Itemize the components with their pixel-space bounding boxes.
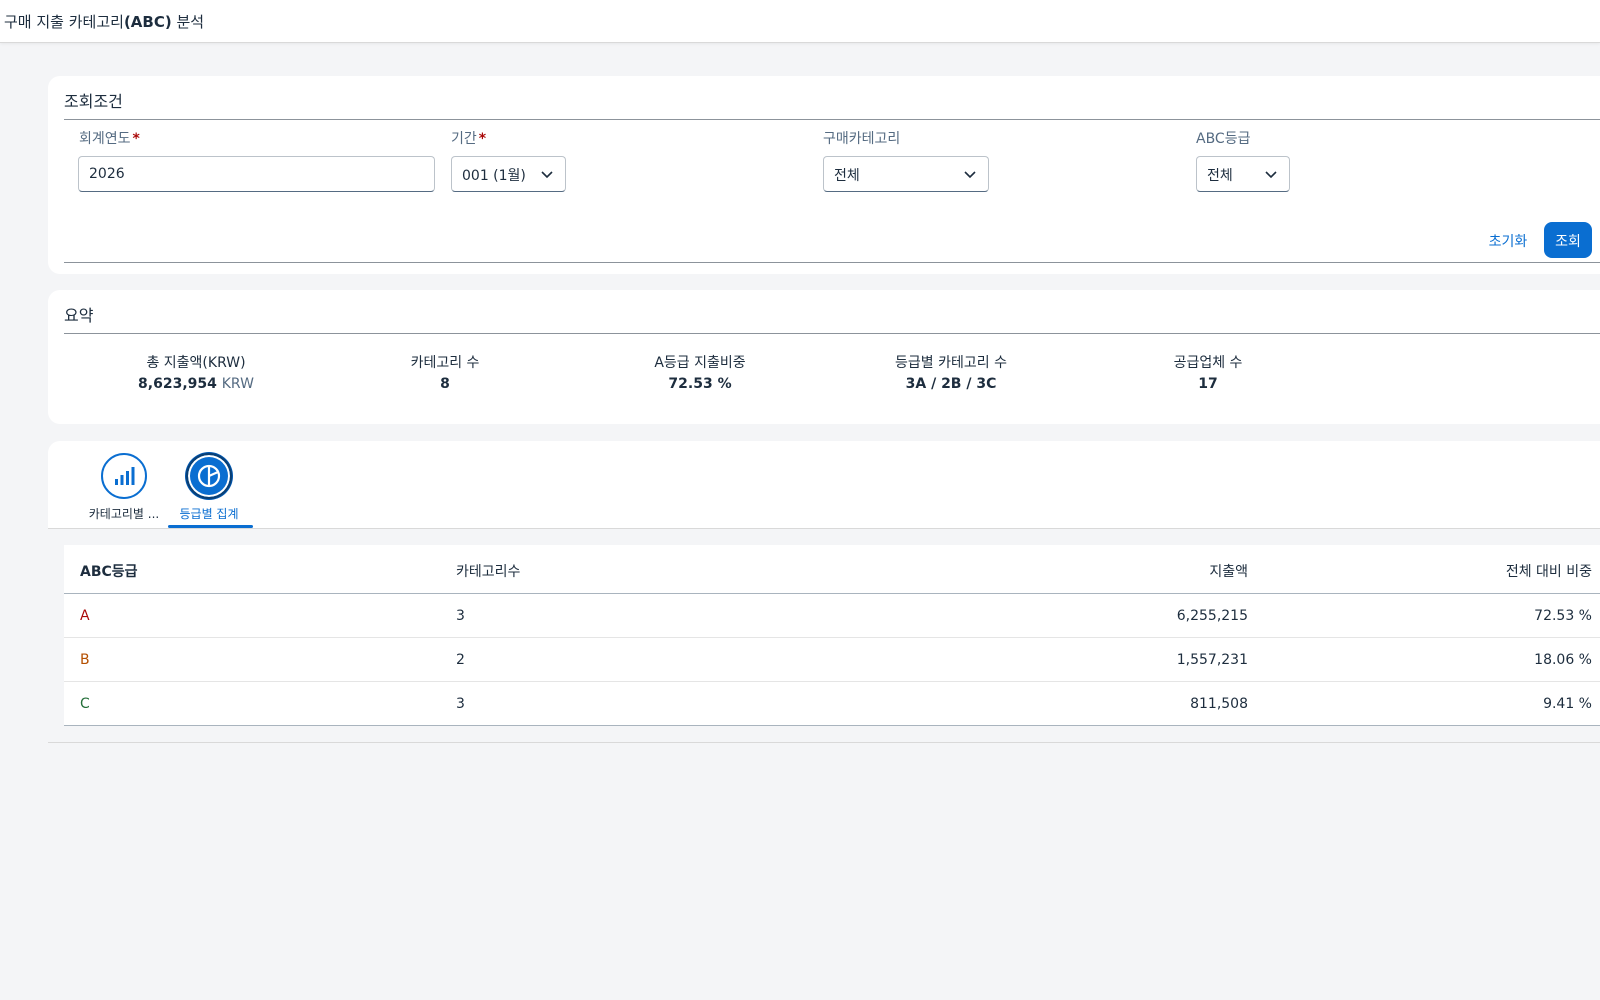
bar-chart-icon <box>101 453 147 499</box>
filter-panel: 조회조건 회계연도 * 2026 기간 * 001 (1월) 구매카테고리 전체 A… <box>48 76 1600 274</box>
abc-grade-label: ABC등급 <box>1196 131 1251 147</box>
kpi-a-grade-share: A등급 지출비중 72.53 % <box>630 352 770 392</box>
amount-cell: 811,508 <box>1190 696 1248 712</box>
active-tab-indicator <box>168 525 253 528</box>
kpi-value: 17 <box>1198 376 1218 392</box>
fiscal-year-label: 회계연도 * <box>79 131 140 147</box>
abc-grade-select[interactable]: 전체 <box>1196 156 1290 192</box>
summary-panel: 요약 총 지출액(KRW) 8,623,954 KRW 카테고리 수 8 A등급… <box>48 290 1600 424</box>
kpi-label: 등급별 카테고리 수 <box>895 355 1007 371</box>
kpi-label: 총 지출액(KRW) <box>146 355 246 371</box>
table-row[interactable]: C 3 811,508 9.41 % <box>64 682 1600 725</box>
chevron-down-icon <box>541 171 553 179</box>
filter-panel-header: 조회조건 <box>64 76 1600 120</box>
tab-label: 카테고리별 ... <box>88 507 160 521</box>
table-area: ABC등급 카테고리수 지출액 전체 대비 비중 A 3 6,255,215 7… <box>48 529 1600 743</box>
kpi-label: 공급업체 수 <box>1173 355 1243 371</box>
count-cell: 2 <box>456 652 465 668</box>
table-row[interactable]: A 3 6,255,215 72.53 % <box>64 594 1600 638</box>
divider <box>64 262 1600 263</box>
chevron-down-icon <box>1265 171 1277 179</box>
amount-cell: 1,557,231 <box>1176 652 1248 668</box>
column-header[interactable]: 지출액 <box>1209 561 1248 581</box>
share-cell: 72.53 % <box>1534 608 1592 624</box>
grade-cell: A <box>80 608 90 624</box>
column-header[interactable]: 전체 대비 비중 <box>1506 561 1592 581</box>
share-cell: 9.41 % <box>1543 696 1592 712</box>
tab-grade-summary[interactable]: 등급별 집계 <box>164 453 254 522</box>
kpi-label: 카테고리 수 <box>410 355 480 371</box>
search-button[interactable]: 조회 <box>1544 222 1592 258</box>
summary-panel-header: 요약 <box>64 290 1600 334</box>
app-header: 구매 지출 카테고리(ABC) 분석 <box>0 0 1600 43</box>
grade-summary-table: ABC등급 카테고리수 지출액 전체 대비 비중 A 3 6,255,215 7… <box>64 545 1600 726</box>
kpi-value: 8,623,954 KRW <box>138 376 254 392</box>
table-header: ABC등급 카테고리수 지출액 전체 대비 비중 <box>64 545 1600 594</box>
count-cell: 3 <box>456 696 465 712</box>
grade-cell: B <box>80 652 90 668</box>
kpi-value: 8 <box>440 376 450 392</box>
page-title: 구매 지출 카테고리(ABC) 분석 <box>4 13 205 31</box>
tab-label: 등급별 집계 <box>179 507 239 521</box>
chevron-down-icon <box>964 171 976 179</box>
column-header[interactable]: ABC등급 <box>80 561 138 581</box>
kpi-grade-category-count: 등급별 카테고리 수 3A / 2B / 3C <box>866 352 1036 392</box>
kpi-category-count: 카테고리 수 8 <box>390 352 500 392</box>
kpi-value: 3A / 2B / 3C <box>905 376 997 392</box>
kpi-total-spend: 총 지출액(KRW) 8,623,954 KRW <box>128 352 264 392</box>
category-label: 구매카테고리 <box>823 131 901 147</box>
amount-cell: 6,255,215 <box>1176 608 1248 624</box>
count-cell: 3 <box>456 608 465 624</box>
grade-cell: C <box>80 696 90 712</box>
share-cell: 18.06 % <box>1534 652 1592 668</box>
fiscal-year-input[interactable]: 2026 <box>78 156 435 192</box>
kpi-label: A등급 지출비중 <box>654 355 746 371</box>
filter-panel-title: 조회조건 <box>64 92 123 111</box>
period-select[interactable]: 001 (1월) <box>451 156 566 192</box>
view-tabs: 카테고리별 ... 등급별 집계 <box>48 441 1600 529</box>
category-select[interactable]: 전체 <box>823 156 989 192</box>
table-row[interactable]: B 2 1,557,231 18.06 % <box>64 638 1600 682</box>
period-label: 기간 * <box>451 131 487 147</box>
kpi-supplier-count: 공급업체 수 17 <box>1148 352 1268 392</box>
tab-category[interactable]: 카테고리별 ... <box>79 453 169 522</box>
kpi-value: 72.53 % <box>668 376 732 392</box>
reset-button[interactable]: 초기화 <box>1482 222 1534 258</box>
column-header[interactable]: 카테고리수 <box>456 561 520 581</box>
summary-panel-title: 요약 <box>64 306 94 325</box>
pie-chart-icon <box>186 453 232 499</box>
